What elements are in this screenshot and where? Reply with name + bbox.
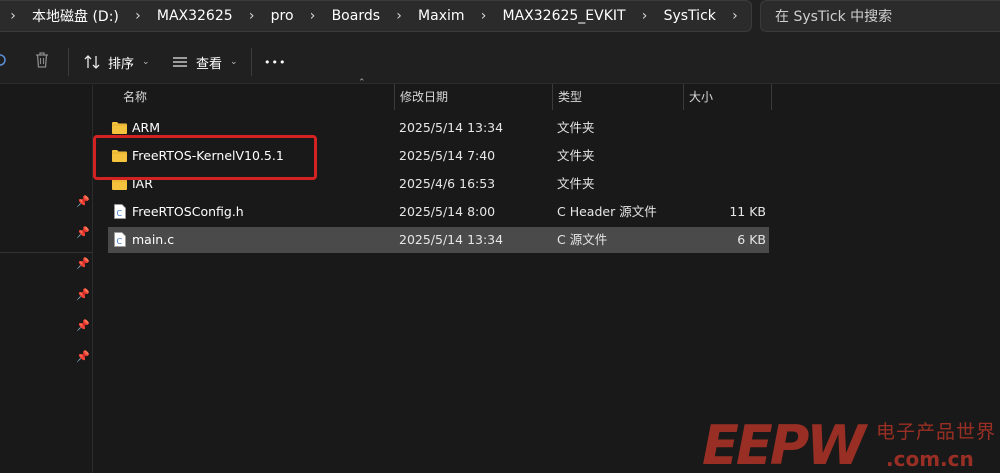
file-date: 2025/5/14 7:40 [399, 148, 496, 163]
file-type: 文件夹 [557, 176, 595, 191]
file-row-selected[interactable]: C main.c 2025/5/14 13:34 C 源文件 6 KB [108, 227, 769, 253]
pin-icon[interactable]: 📌 [76, 226, 90, 239]
breadcrumb-item[interactable]: Maxim [412, 8, 470, 24]
file-size: 6 KB [737, 232, 766, 247]
svg-text:C: C [117, 237, 123, 246]
sort-button[interactable]: 排序 ⌄ [84, 48, 150, 76]
file-type: 文件夹 [557, 148, 595, 163]
file-name[interactable]: FreeRTOSConfig.h [132, 199, 244, 225]
navigation-pane[interactable]: 📌 📌 📌 📌 📌 📌 [0, 85, 93, 473]
toolbar-divider [68, 48, 69, 76]
svg-text:C: C [117, 209, 123, 218]
title-bar: › 本地磁盘 (D:) › MAX32625 › pro › Boards › … [0, 0, 1000, 36]
breadcrumb-chevron-icon[interactable]: › [722, 8, 748, 24]
svg-text:电子产品世界: 电子产品世界 [876, 421, 996, 443]
file-size [686, 143, 766, 169]
pin-icon[interactable]: 📌 [76, 350, 90, 363]
view-label: 查看 [196, 56, 223, 72]
file-type: 文件夹 [557, 120, 595, 135]
more-options-button[interactable]: ••• [264, 48, 286, 76]
file-type: C Header 源文件 [557, 204, 657, 219]
nav-divider [0, 252, 93, 253]
c-source-file-icon: C [114, 232, 126, 247]
search-box[interactable]: 在 SysTick 中搜索 [760, 0, 1000, 32]
column-header-name[interactable]: 名称 [117, 84, 394, 110]
more-icon: ••• [264, 55, 287, 69]
pin-icon[interactable]: 📌 [76, 319, 90, 332]
c-header-file-icon: C [114, 204, 126, 219]
delete-button[interactable] [34, 46, 50, 74]
breadcrumb-item[interactable]: Boards [326, 8, 386, 24]
breadcrumb-chevron-icon[interactable]: › [125, 8, 151, 24]
highlight-annotation-box [93, 135, 317, 180]
breadcrumb-chevron-icon[interactable]: › [471, 8, 497, 24]
pin-icon[interactable]: 📌 [76, 257, 90, 270]
pin-icon[interactable]: 📌 [76, 195, 90, 208]
chevron-down-icon: ⌄ [230, 57, 238, 67]
share-button[interactable] [0, 46, 16, 74]
breadcrumb-chevron-icon[interactable]: › [632, 8, 658, 24]
share-icon [0, 54, 6, 66]
column-header-date[interactable]: 修改日期 [394, 84, 552, 110]
trash-icon [36, 52, 48, 68]
command-bar [0, 36, 1000, 84]
sort-label: 排序 [108, 56, 135, 72]
breadcrumb-chevron-icon[interactable]: › [300, 8, 326, 24]
breadcrumb-item[interactable]: 本地磁盘 (D:) [26, 6, 125, 26]
breadcrumb-item[interactable]: MAX32625 [151, 8, 239, 24]
file-date: 2025/5/14 13:34 [399, 232, 504, 247]
file-type: C 源文件 [557, 232, 608, 247]
view-list-icon [173, 57, 187, 67]
file-size [686, 171, 766, 197]
breadcrumb-chevron-icon[interactable]: › [0, 8, 26, 24]
address-bar[interactable]: › 本地磁盘 (D:) › MAX32625 › pro › Boards › … [0, 0, 752, 32]
file-date: 2025/5/14 13:34 [399, 120, 504, 135]
toolbar-divider [251, 48, 252, 76]
folder-icon [112, 122, 127, 134]
pin-icon[interactable]: 📌 [76, 288, 90, 301]
svg-text:.com.cn: .com.cn [886, 447, 974, 471]
column-header-row: ⌃ 名称 修改日期 类型 大小 [108, 78, 773, 110]
file-name[interactable]: main.c [132, 227, 174, 253]
svg-text:EEPW: EEPW [702, 414, 868, 473]
column-header-type[interactable]: 类型 [552, 84, 683, 110]
breadcrumb-item[interactable]: SysTick [658, 8, 722, 24]
file-row[interactable]: C FreeRTOSConfig.h 2025/5/14 8:00 C Head… [108, 199, 769, 225]
file-date: 2025/5/14 8:00 [399, 204, 496, 219]
breadcrumb-chevron-icon[interactable]: › [386, 8, 412, 24]
chevron-down-icon: ⌄ [142, 57, 150, 67]
file-date: 2025/4/6 16:53 [399, 176, 496, 191]
eepw-watermark-logo: EEPW 电子产品世界 .com.cn [702, 414, 996, 473]
column-divider[interactable] [771, 84, 772, 110]
sort-icon [84, 55, 100, 69]
column-header-size[interactable]: 大小 [683, 84, 771, 110]
file-size [686, 115, 766, 141]
view-button[interactable]: 查看 ⌄ [172, 48, 238, 76]
breadcrumb-chevron-icon[interactable]: › [239, 8, 265, 24]
search-input[interactable]: 在 SysTick 中搜索 [775, 6, 892, 26]
file-size: 11 KB [729, 204, 766, 219]
breadcrumb-item[interactable]: pro [265, 8, 300, 24]
breadcrumb-item[interactable]: MAX32625_EVKIT [497, 8, 632, 24]
